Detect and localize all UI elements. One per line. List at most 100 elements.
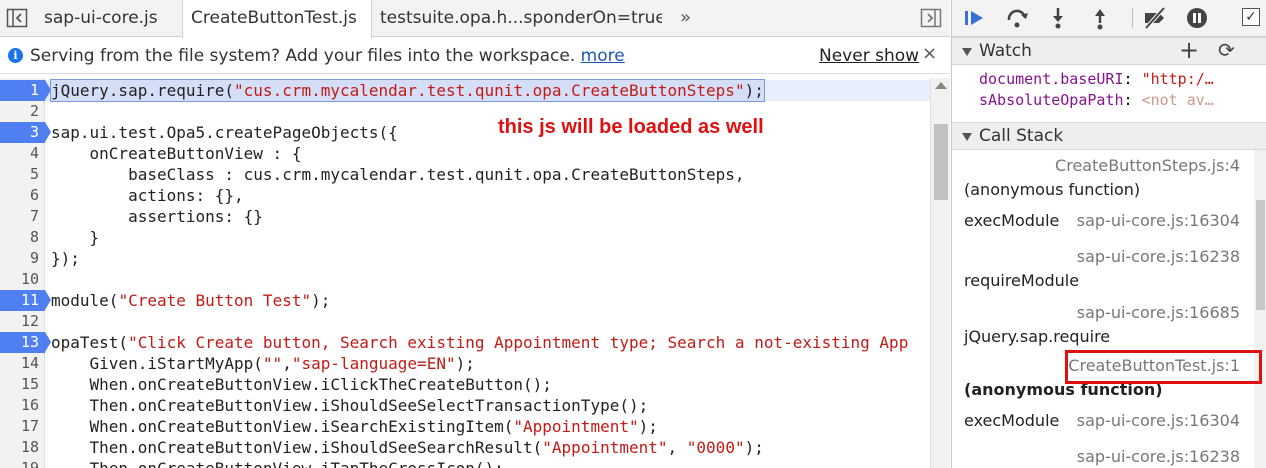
- call-stack-frame[interactable]: CreateButtonSteps.js:4 (anonymous functio…: [952, 150, 1254, 199]
- close-icon[interactable]: ×: [922, 43, 937, 64]
- line-number[interactable]: 19: [0, 458, 45, 468]
- call-stack-frame[interactable]: sap-ui-core.js:16685 jQuery.sap.require: [952, 297, 1254, 346]
- code-text: Then.onCreateButtonView.iShouldSeeSearch…: [51, 438, 764, 457]
- line-number[interactable]: 17: [0, 416, 45, 437]
- code-line[interactable]: 18 Then.onCreateButtonView.iShouldSeeSea…: [0, 437, 932, 458]
- frame-location: sap-ui-core.js:16685: [1076, 303, 1240, 322]
- scroll-up-icon[interactable]: [935, 82, 947, 89]
- line-number[interactable]: 14: [0, 353, 45, 374]
- code-line[interactable]: 6 actions: {},: [0, 185, 932, 206]
- code-line[interactable]: 17 When.onCreateButtonView.iSearchExisti…: [0, 416, 932, 437]
- pause-on-exceptions-icon[interactable]: [1184, 6, 1210, 30]
- code-text: }: [51, 228, 100, 247]
- resume-icon[interactable]: [962, 6, 988, 30]
- frame-location: CreateButtonSteps.js:4: [1055, 156, 1240, 175]
- breakpoint-marker[interactable]: 11: [0, 290, 51, 311]
- scrollbar-thumb[interactable]: [1256, 200, 1265, 310]
- line-number[interactable]: 12: [0, 311, 45, 332]
- toolbar-divider: [1132, 8, 1133, 28]
- code-line[interactable]: 10: [0, 269, 932, 290]
- code-text: When.onCreateButtonView.iSearchExistingI…: [51, 417, 658, 436]
- call-stack-scrollbar[interactable]: [1254, 150, 1266, 468]
- frame-location: sap-ui-core.js:16304: [1076, 211, 1240, 230]
- watch-item[interactable]: document.baseURI: "http:/…: [979, 69, 1266, 90]
- code-line[interactable]: 2: [0, 101, 932, 122]
- code-line[interactable]: 4 onCreateButtonView : {: [0, 143, 932, 164]
- more-link[interactable]: more: [581, 46, 625, 66]
- call-stack-frame[interactable]: sap-ui-core.js:16304 execModule: [952, 405, 1254, 435]
- call-stack-frame[interactable]: sap-ui-core.js:16304 execModule: [952, 205, 1254, 235]
- line-number[interactable]: 16: [0, 395, 45, 416]
- line-number[interactable]: 4: [0, 143, 45, 164]
- code-line[interactable]: 1 jQuery.sap.require("cus.crm.mycalendar.…: [0, 79, 932, 102]
- code-text: Then.onCreateButtonView.iTapTheCrossIcon…: [51, 458, 504, 468]
- frame-function: jQuery.sap.require: [964, 327, 1111, 346]
- watch-item[interactable]: sAbsoluteOpaPath: <not av…: [979, 90, 1266, 111]
- line-number[interactable]: 6: [0, 185, 45, 206]
- code-text: onCreateButtonView : {: [51, 144, 302, 163]
- frame-function: execModule: [964, 411, 1060, 430]
- line-number[interactable]: 7: [0, 206, 45, 227]
- code-line[interactable]: 19 Then.onCreateButtonView.iTapTheCrossI…: [0, 458, 932, 468]
- code-line[interactable]: 5 baseClass : cus.crm.mycalendar.test.qu…: [0, 164, 932, 185]
- sources-pane: sap-ui-core.js CreateButtonTest.js tests…: [0, 0, 950, 468]
- call-stack-section-header[interactable]: Call Stack: [952, 122, 1266, 150]
- line-number[interactable]: 15: [0, 374, 45, 395]
- code-line[interactable]: 14 Given.iStartMyApp("","sap-language=EN…: [0, 353, 932, 374]
- step-into-icon[interactable]: [1045, 6, 1071, 30]
- expand-triangle-icon: [962, 48, 972, 56]
- code-line[interactable]: 3 sap.ui.test.Opa5.createPageObjects({: [0, 122, 932, 143]
- code-text: jQuery.sap.require("cus.crm.mycalendar.t…: [50, 79, 765, 102]
- frame-location: sap-ui-core.js:16304: [1076, 411, 1240, 430]
- breakpoint-marker[interactable]: 1: [0, 80, 51, 101]
- watch-title: Watch: [979, 41, 1032, 61]
- add-expression-icon[interactable]: +: [1179, 36, 1199, 64]
- tab-overflow-button[interactable]: »: [680, 0, 691, 37]
- breakpoint-marker[interactable]: 3: [0, 122, 51, 143]
- code-line[interactable]: 9});: [0, 248, 932, 269]
- code-line[interactable]: 8 }: [0, 227, 932, 248]
- refresh-icon[interactable]: ⟳: [1218, 38, 1235, 62]
- code-text: baseClass : cus.crm.mycalendar.test.quni…: [51, 165, 745, 184]
- toggle-navigator-icon[interactable]: [6, 8, 28, 28]
- code-text: sap.ui.test.Opa5.createPageObjects({: [51, 123, 398, 142]
- code-text: actions: {},: [51, 186, 244, 205]
- breakpoint-marker[interactable]: 13: [0, 332, 51, 353]
- tab-sap-ui-core[interactable]: sap-ui-core.js: [36, 0, 182, 37]
- scrollbar-thumb[interactable]: [934, 124, 948, 200]
- call-stack-title: Call Stack: [979, 126, 1064, 146]
- tab-create-button-test[interactable]: CreateButtonTest.js: [182, 0, 372, 38]
- code-line[interactable]: 15 When.onCreateButtonView.iClickTheCrea…: [0, 374, 932, 395]
- line-number[interactable]: 10: [0, 269, 45, 290]
- code-line[interactable]: 13 opaTest("Click Create button, Search e…: [0, 332, 932, 353]
- highlight-box: [1065, 350, 1262, 384]
- never-show-link[interactable]: Never show: [819, 46, 919, 66]
- frame-location: sap-ui-core.js:16238: [1076, 447, 1240, 466]
- step-out-icon[interactable]: [1087, 6, 1113, 30]
- code-line[interactable]: 7 assertions: {}: [0, 206, 932, 227]
- step-over-icon[interactable]: [1004, 6, 1030, 30]
- line-number[interactable]: 2: [0, 101, 45, 122]
- infobar-message: Serving from the file system? Add your f…: [30, 46, 625, 66]
- editor-scrollbar[interactable]: [930, 78, 950, 468]
- line-number[interactable]: 8: [0, 227, 45, 248]
- line-number[interactable]: 5: [0, 164, 45, 185]
- call-stack-frame[interactable]: sap-ui-core.js:16238 requireModule: [952, 241, 1254, 290]
- code-line[interactable]: 11 module("Create Button Test");: [0, 290, 932, 311]
- code-text: When.onCreateButtonView.iClickTheCreateB…: [51, 375, 552, 394]
- frame-function: execModule: [964, 211, 1060, 230]
- toggle-debugger-icon[interactable]: [920, 8, 942, 28]
- watch-section-header[interactable]: Watch + ⟳: [952, 36, 1266, 65]
- code-line[interactable]: 16 Then.onCreateButtonView.iShouldSeeSel…: [0, 395, 932, 416]
- deactivate-breakpoints-icon[interactable]: [1142, 6, 1168, 30]
- watch-name: sAbsoluteOpaPath: [979, 91, 1124, 109]
- call-stack-frame[interactable]: sap-ui-core.js:16238: [952, 441, 1254, 468]
- tab-testsuite[interactable]: testsuite.opa.h...sponderOn=true: [372, 0, 662, 37]
- code-line[interactable]: 12: [0, 311, 932, 332]
- code-editor[interactable]: 1 jQuery.sap.require("cus.crm.mycalendar.…: [0, 78, 932, 468]
- async-checkbox[interactable]: ✓: [1242, 8, 1260, 26]
- line-number[interactable]: 9: [0, 248, 45, 269]
- line-number[interactable]: 18: [0, 437, 45, 458]
- code-text: Given.iStartMyApp("","sap-language=EN");: [51, 354, 475, 373]
- frame-function: (anonymous function): [964, 180, 1141, 199]
